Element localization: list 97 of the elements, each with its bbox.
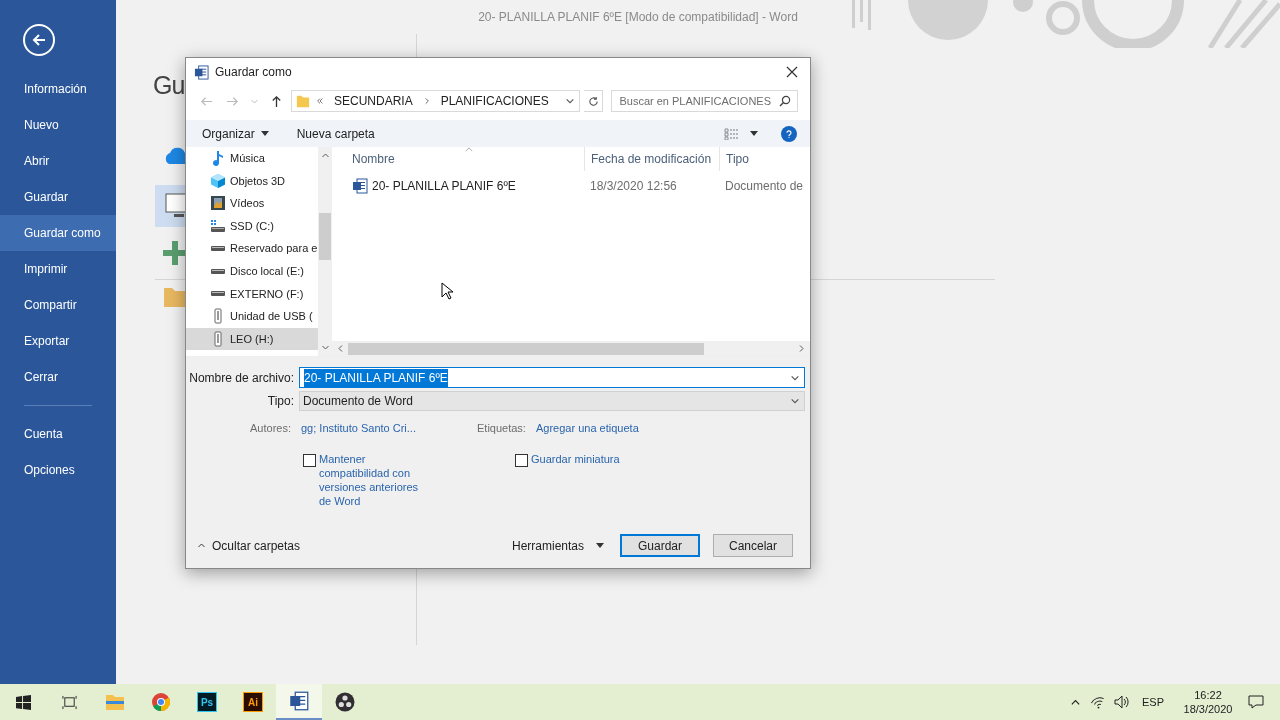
list-view-icon	[724, 127, 740, 140]
drive-icon	[211, 246, 225, 252]
app-icon: Ps	[197, 692, 217, 712]
drive-icon	[211, 268, 225, 274]
question-mark-icon	[785, 128, 793, 139]
save-button[interactable]: Guardar	[620, 534, 700, 557]
navigation-item[interactable]: Disco local (E:)	[186, 259, 318, 283]
music-note-icon	[210, 150, 226, 167]
refresh-icon	[587, 95, 599, 107]
file-row[interactable]: 20- PLANILLA PLANIF 6ºE 18/3/2020 12:56 Documento de	[332, 176, 810, 196]
backstage-menu-item[interactable]: Guardar como	[0, 215, 116, 251]
clock[interactable]: 16:22 18/3/2020	[1178, 688, 1238, 716]
document-icon	[352, 178, 368, 194]
window-title: 20- PLANILLA PLANIF 6ºE [Modo de compatibilidad] - Word	[478, 9, 798, 26]
cancel-button[interactable]: Cancelar	[713, 534, 793, 557]
chevron-right-icon	[422, 97, 431, 105]
checkbox[interactable]	[515, 454, 528, 467]
double-chevron-icon	[315, 97, 324, 105]
navigation-item[interactable]: Vídeos	[186, 192, 318, 215]
scroll-right-icon	[797, 344, 806, 353]
volume-icon[interactable]	[1114, 695, 1130, 709]
scroll-down-icon	[320, 343, 330, 352]
app-icon: Ai	[243, 692, 263, 712]
navigation-item[interactable]: EXTERNO (F:)	[186, 282, 318, 306]
folder-icon	[295, 93, 310, 109]
horizontal-scrollbar[interactable]	[332, 341, 810, 356]
column-header[interactable]: Tipo	[719, 147, 810, 171]
scroll-up-icon	[320, 151, 330, 160]
navigation-item[interactable]: LEO (H:)	[186, 327, 318, 351]
language-indicator[interactable]: ESP	[1142, 693, 1164, 711]
wifi-icon[interactable]	[1091, 695, 1106, 709]
chevron-up-icon	[197, 541, 206, 550]
caret-icon	[260, 131, 269, 136]
chevron-down-icon	[790, 396, 800, 406]
taskbar-app-button[interactable]	[276, 684, 322, 720]
back-arrow-icon	[31, 32, 47, 48]
breadcrumb-segment[interactable]: SECUNDARIA	[329, 92, 417, 110]
filename-field[interactable]: 20- PLANILLA PLANIF 6ºE	[299, 367, 805, 388]
page-heading: Gu	[153, 70, 185, 100]
plus-icon	[163, 241, 187, 265]
tags-field[interactable]: Agregar una etiqueta	[536, 419, 639, 437]
taskbar-app-button[interactable]: Ai	[230, 684, 276, 720]
hide-folders-button[interactable]: Ocultar carpetas	[197, 536, 301, 555]
field-label: Tipo:	[266, 393, 295, 410]
folder-icon	[105, 693, 125, 711]
checkbox-label: Guardar miniatura	[531, 452, 620, 466]
breadcrumb-segment[interactable]: PLANIFICACIONES	[436, 92, 553, 110]
sort-ascending-icon	[465, 147, 473, 152]
navigation-item[interactable]: Música	[186, 147, 318, 170]
taskbar-app-button[interactable]: Ps	[184, 684, 230, 720]
close-icon	[786, 66, 798, 78]
scrollbar-thumb[interactable]	[319, 213, 331, 260]
browser-icon	[151, 692, 171, 712]
help-button[interactable]	[781, 125, 797, 142]
system-drive-icon	[210, 218, 226, 235]
new-folder-button[interactable]: Nueva carpeta	[296, 124, 375, 143]
vertical-scrollbar[interactable]	[318, 147, 332, 356]
column-header[interactable]: Nombre	[332, 147, 584, 171]
field-label: Etiquetas:	[477, 420, 527, 436]
checkbox-label: Mantener compatibilidad con versiones anteriores de Word	[319, 452, 420, 508]
cube-icon	[210, 172, 226, 189]
tools-button[interactable]: Herramientas	[511, 536, 604, 555]
scrollbar-thumb[interactable]	[348, 342, 704, 355]
field-label: Nombre de archivo:	[188, 369, 295, 387]
file-type: Documento de	[724, 178, 804, 195]
mouse-cursor-icon	[441, 282, 453, 300]
field-label: Autores:	[249, 420, 292, 436]
column-header[interactable]: Fecha de modificación	[584, 147, 719, 171]
drive-icon	[211, 291, 225, 297]
checkbox[interactable]	[303, 454, 316, 467]
file-date: 18/3/2020 12:56	[589, 178, 678, 195]
document-icon	[289, 691, 309, 711]
search-field[interactable]: Buscar en PLANIFICACIONES	[611, 90, 798, 112]
caret-icon	[750, 131, 758, 136]
document-icon	[194, 64, 209, 80]
chevron-down-icon	[564, 96, 575, 106]
caret-icon	[596, 543, 604, 548]
recorder-icon	[335, 692, 355, 712]
address-bar[interactable]: SECUNDARIA PLANIFICACIONES	[290, 90, 580, 112]
authors-field[interactable]: gg; Instituto Santo Cri...	[301, 419, 477, 437]
navigation-item[interactable]: Objetos 3D	[186, 169, 318, 193]
navigation-item[interactable]: Unidad de USB (	[186, 305, 318, 328]
film-icon	[210, 195, 226, 212]
navigation-item[interactable]: Reservado para e	[186, 237, 318, 260]
view-options-button[interactable]	[724, 127, 758, 140]
file-type-dropdown[interactable]: Documento de Word	[299, 391, 805, 411]
organize-button[interactable]: Organizar	[202, 124, 269, 143]
speech-bubble-icon	[1248, 695, 1264, 709]
refresh-button[interactable]	[583, 90, 604, 112]
navigation-item[interactable]: SSD (C:)	[186, 214, 318, 238]
task-view-icon	[61, 694, 77, 710]
file-name: 20- PLANILLA PLANIF 6ºE	[372, 178, 516, 195]
search-icon	[779, 95, 791, 107]
scroll-left-icon	[336, 344, 345, 353]
windows-logo-icon	[15, 694, 31, 710]
dialog-title: Guardar como	[215, 64, 293, 81]
back-button[interactable]	[23, 24, 55, 56]
